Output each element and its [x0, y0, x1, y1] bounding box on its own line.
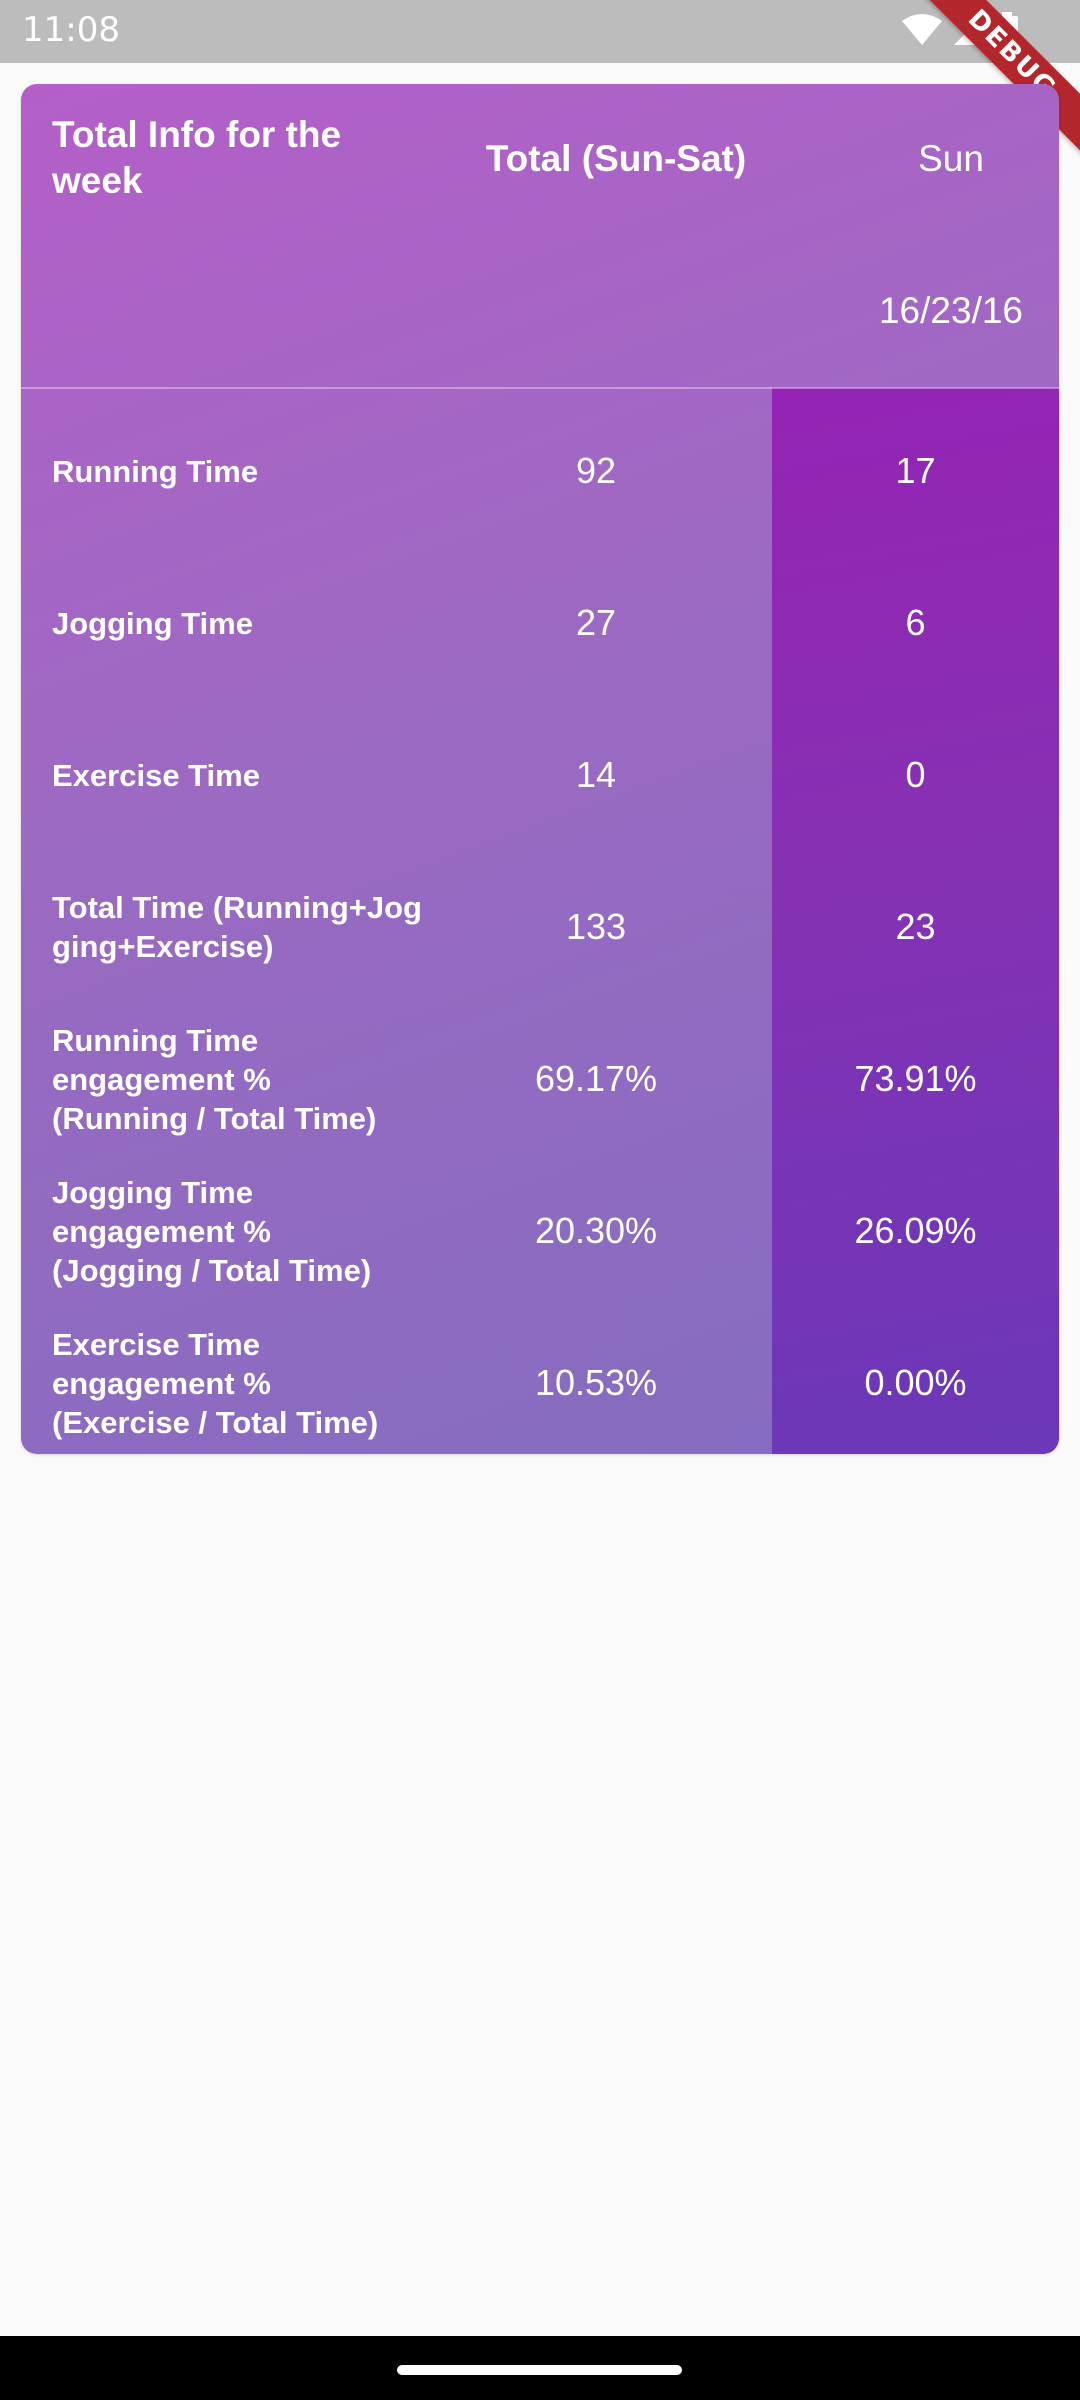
row-day-value: 6 — [905, 602, 926, 643]
table-row: Exercise Time engagement % (Exercise / T… — [21, 1307, 1059, 1454]
row-total-value: 20.30% — [534, 1210, 658, 1251]
weekly-info-card: Total Info for the week Total (Sun-Sat) … — [21, 84, 1059, 1454]
row-label: Jogging Time engagement % (Jogging / Tot… — [52, 1174, 372, 1288]
table-row: Jogging Time 27 6 — [21, 547, 1059, 699]
row-day-value: 23 — [895, 906, 936, 947]
row-day-value: 0.00% — [864, 1362, 967, 1403]
table-row: Running Time engagement % (Running / Tot… — [21, 1003, 1059, 1155]
table-title: Total Info for the week — [52, 114, 342, 201]
day-column-date: 16/23/16 — [878, 290, 1024, 331]
row-label: Running Time — [52, 453, 259, 489]
table-row: Jogging Time engagement % (Jogging / Tot… — [21, 1155, 1059, 1307]
wifi-icon — [902, 13, 942, 52]
navigation-bar — [0, 2336, 1080, 2400]
row-day-value: 0 — [905, 754, 926, 795]
row-day-value: 26.09% — [854, 1210, 977, 1251]
row-label: Jogging Time — [52, 605, 253, 641]
header-divider — [21, 387, 1059, 389]
row-label: Exercise Time — [52, 757, 260, 793]
row-total-value: 92 — [575, 450, 617, 491]
row-day-value: 73.91% — [854, 1058, 977, 1099]
table-row: Exercise Time 14 0 — [21, 699, 1059, 851]
row-label: Total Time (Running+Jog ging+Exercise) — [52, 890, 422, 964]
status-bar: 11:08 — [0, 0, 1080, 63]
total-column-header: Total (Sun-Sat) — [485, 138, 747, 179]
day-column-header: Sun — [918, 138, 984, 179]
row-day-value: 17 — [895, 450, 936, 491]
row-total-value: 69.17% — [534, 1058, 658, 1099]
table-row: Total Time (Running+Jog ging+Exercise) 1… — [21, 851, 1059, 1003]
row-total-value: 27 — [575, 602, 617, 643]
row-label: Exercise Time engagement % (Exercise / T… — [52, 1326, 379, 1440]
row-total-value: 133 — [565, 906, 627, 947]
row-total-value: 14 — [575, 754, 617, 795]
row-total-value: 10.53% — [534, 1362, 658, 1403]
row-label: Running Time engagement % (Running / Tot… — [52, 1022, 377, 1136]
status-time: 11:08 — [22, 10, 120, 50]
home-gesture-handle[interactable] — [397, 2365, 682, 2375]
table-row: Running Time 92 17 — [21, 395, 1059, 547]
